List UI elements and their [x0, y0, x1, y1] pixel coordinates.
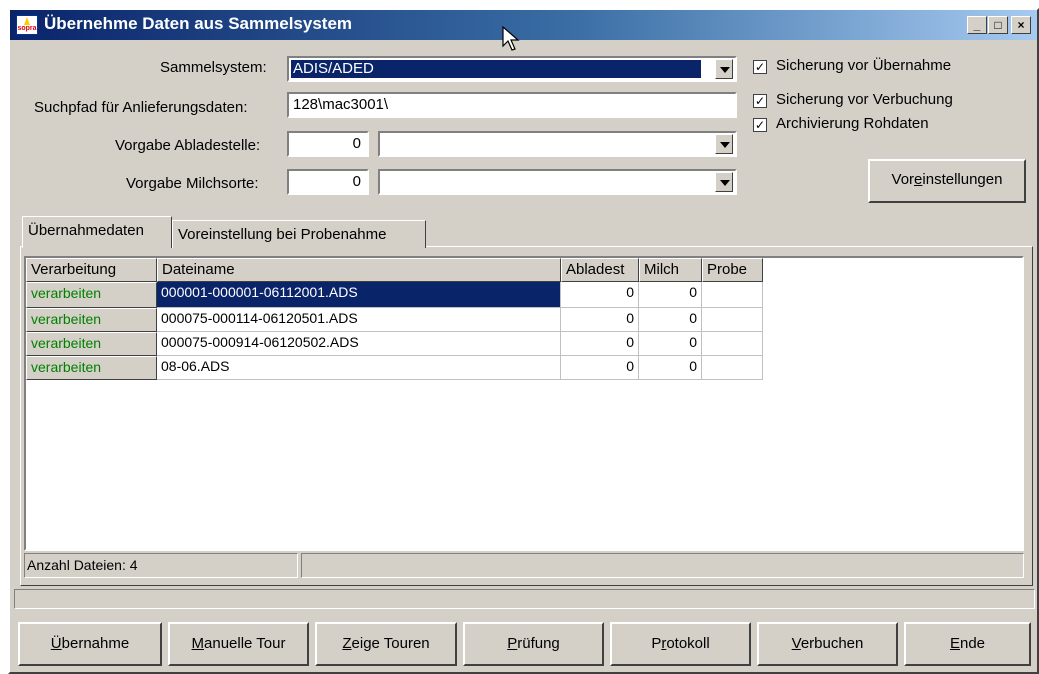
- col-header-milch[interactable]: Milch: [639, 258, 702, 282]
- milchsorte-number-input[interactable]: 0: [287, 169, 369, 195]
- chevron-down-icon[interactable]: [715, 59, 733, 79]
- chevron-down-icon[interactable]: [715, 172, 733, 192]
- progress-bar: [14, 589, 1035, 609]
- abladestelle-number-input[interactable]: 0: [287, 131, 369, 157]
- protokoll-button[interactable]: Protokoll: [610, 622, 751, 666]
- abladestelle-label: Vorgabe Abladestelle:: [115, 137, 261, 154]
- window-title: Übernehme Daten aus Sammelsystem: [44, 14, 353, 33]
- voreinstellungen-button[interactable]: Voreinstellungen: [868, 159, 1026, 203]
- sammelsystem-label: Sammelsystem:: [160, 59, 267, 76]
- archivierung-label: Archivierung Rohdaten: [776, 115, 929, 132]
- cell-abladest[interactable]: 0: [561, 308, 639, 332]
- abladestelle-select[interactable]: [378, 131, 737, 157]
- btn-text: bernahme: [61, 635, 130, 652]
- cell-dateiname[interactable]: 000075-000114-06120501.ADS: [157, 308, 561, 332]
- sammelsystem-value: ADIS/ADED: [291, 60, 701, 78]
- mouse-cursor-icon: [502, 26, 520, 51]
- btn-accel: V: [791, 635, 801, 652]
- cell-dateiname[interactable]: 08-06.ADS: [157, 356, 561, 380]
- cell-abladest[interactable]: 0: [561, 332, 639, 356]
- cell-probe[interactable]: [702, 282, 763, 308]
- btn-accel: E: [949, 635, 960, 652]
- cell-verarbeitung[interactable]: verarbeiten: [26, 282, 157, 308]
- sicherung-uebernahme-checkbox[interactable]: ✓: [753, 60, 767, 74]
- btn-text: otokoll: [666, 635, 710, 652]
- uebernahme-button[interactable]: Übernahme: [18, 622, 162, 666]
- sicherung-verbuchung-label: Sicherung vor Verbuchung: [776, 91, 953, 108]
- cell-milch[interactable]: 0: [639, 356, 702, 380]
- btn-text: Vor: [891, 171, 915, 188]
- cell-dateiname[interactable]: 000001-000001-06112001.ADS: [157, 282, 561, 308]
- sammelsystem-select[interactable]: ADIS/ADED: [287, 56, 737, 82]
- pruefung-button[interactable]: Prüfung: [463, 622, 604, 666]
- cell-probe[interactable]: [702, 332, 763, 356]
- cell-milch[interactable]: 0: [639, 332, 702, 356]
- minimize-button[interactable]: _: [967, 16, 987, 34]
- table-row[interactable]: verarbeiten 000075-000914-06120502.ADS 0…: [26, 332, 763, 356]
- manuelle-tour-button[interactable]: Manuelle Tour: [168, 622, 309, 666]
- cell-milch[interactable]: 0: [639, 308, 702, 332]
- btn-text: eige Touren: [351, 635, 430, 652]
- app-logo-icon: sopra: [16, 15, 38, 35]
- col-header-dateiname[interactable]: Dateiname: [157, 258, 561, 282]
- col-header-verarbeitung[interactable]: Verarbeitung: [26, 258, 157, 282]
- suchpfad-label: Suchpfad für Anlieferungsdaten:: [34, 99, 248, 116]
- btn-text: rüfung: [517, 635, 560, 652]
- btn-accel: P: [507, 635, 518, 652]
- status-panel: [301, 553, 1024, 578]
- sicherung-uebernahme-label: Sicherung vor Übernahme: [776, 57, 952, 74]
- table-row[interactable]: verarbeiten 000075-000114-06120501.ADS 0…: [26, 308, 763, 332]
- milchsorte-select[interactable]: [378, 169, 737, 195]
- btn-text: instellungen: [922, 171, 1003, 188]
- suchpfad-input[interactable]: 128\mac3001\: [287, 92, 737, 118]
- milchsorte-label: Vorgabe Milchsorte:: [126, 175, 259, 192]
- cell-probe[interactable]: [702, 308, 763, 332]
- cell-abladest[interactable]: 0: [561, 282, 639, 308]
- cell-verarbeitung[interactable]: verarbeiten: [26, 332, 157, 356]
- table-row[interactable]: verarbeiten 000001-000001-06112001.ADS 0…: [26, 282, 763, 308]
- tab-uebernahmedaten[interactable]: Übernahmedaten: [22, 216, 172, 248]
- cell-milch[interactable]: 0: [639, 282, 702, 308]
- col-header-probe[interactable]: Probe: [702, 258, 763, 282]
- cell-dateiname[interactable]: 000075-000914-06120502.ADS: [157, 332, 561, 356]
- btn-text: P: [651, 635, 662, 652]
- maximize-button[interactable]: □: [988, 16, 1008, 34]
- ende-button[interactable]: Ende: [904, 622, 1031, 666]
- btn-text: erbuchen: [800, 635, 864, 652]
- table-row[interactable]: verarbeiten 08-06.ADS 0 0: [26, 356, 763, 380]
- cell-probe[interactable]: [702, 356, 763, 380]
- col-header-abladest[interactable]: Abladest: [561, 258, 639, 282]
- status-file-count: Anzahl Dateien: 4: [24, 553, 298, 578]
- close-button[interactable]: ×: [1011, 16, 1031, 34]
- btn-text: nde: [959, 635, 986, 652]
- btn-accel: Ü: [50, 635, 62, 652]
- btn-accel: Z: [342, 635, 352, 652]
- cell-abladest[interactable]: 0: [561, 356, 639, 380]
- archivierung-checkbox[interactable]: ✓: [753, 118, 767, 132]
- verbuchen-button[interactable]: Verbuchen: [757, 622, 898, 666]
- btn-text: anuelle Tour: [204, 635, 286, 652]
- chevron-down-icon[interactable]: [715, 134, 733, 154]
- cell-verarbeitung[interactable]: verarbeiten: [26, 308, 157, 332]
- zeige-touren-button[interactable]: Zeige Touren: [315, 622, 457, 666]
- cell-verarbeitung[interactable]: verarbeiten: [26, 356, 157, 380]
- tab-voreinstellung-probenahme[interactable]: Voreinstellung bei Probenahme: [172, 220, 426, 248]
- btn-accel: M: [191, 635, 205, 652]
- sicherung-verbuchung-checkbox[interactable]: ✓: [753, 94, 767, 108]
